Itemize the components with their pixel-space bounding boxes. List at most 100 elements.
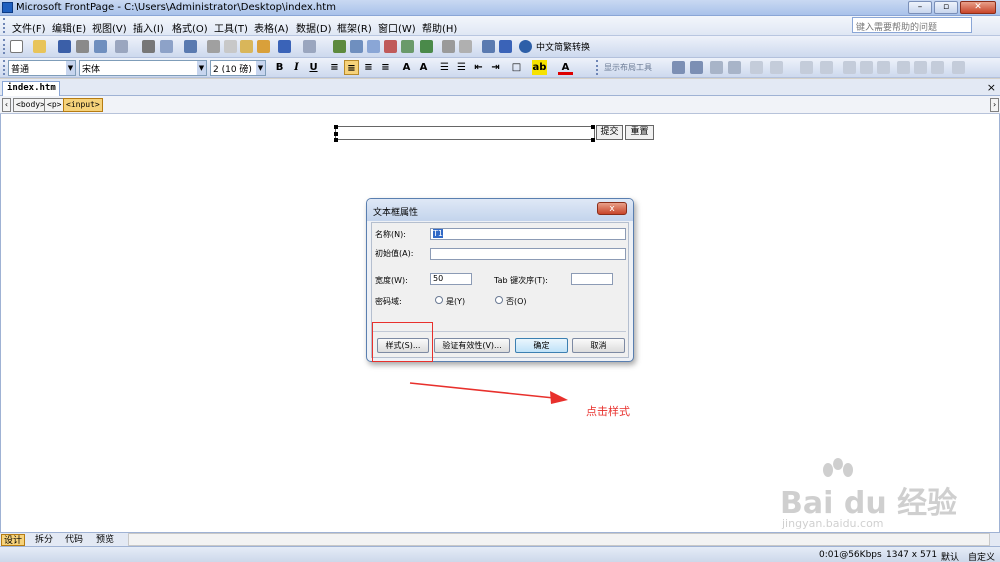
format-painter-icon[interactable] — [257, 40, 270, 53]
insert-table-icon[interactable] — [350, 40, 363, 53]
table-tool-icon-1[interactable] — [750, 61, 763, 74]
menu-frames[interactable]: 框架(R) — [337, 20, 372, 35]
table-tool-icon-3[interactable] — [800, 61, 813, 74]
table-props-icon[interactable] — [710, 61, 723, 74]
tag-scroll-left-icon[interactable]: ‹ — [2, 98, 11, 112]
resize-handle[interactable] — [334, 125, 338, 129]
mode-custom[interactable]: 自定义 — [968, 550, 995, 562]
tab-split[interactable]: 拆分 — [33, 534, 55, 546]
open-folder-icon[interactable] — [33, 40, 46, 53]
table-tool-icon-6[interactable] — [860, 61, 873, 74]
help-icon[interactable] — [519, 40, 532, 53]
help-search-input[interactable]: 键入需要帮助的问题 — [852, 17, 972, 33]
shrink-font-icon[interactable]: A — [416, 60, 431, 75]
align-center-icon[interactable]: ≡ — [344, 60, 359, 75]
maximize-button[interactable]: ▫ — [934, 1, 958, 14]
minimize-button[interactable]: – — [908, 1, 932, 14]
bold-button[interactable]: B — [272, 60, 287, 75]
reset-button[interactable]: 重置 — [625, 125, 654, 140]
mode-default[interactable]: 默认 — [941, 550, 959, 562]
draw-layout-table-icon[interactable] — [672, 61, 685, 74]
font-size-select[interactable]: 2 (10 磅) ▼ — [210, 60, 266, 76]
bullet-list-icon[interactable]: ☰ — [454, 60, 469, 75]
refresh-icon[interactable] — [442, 40, 455, 53]
menu-file[interactable]: 文件(F) — [12, 20, 46, 35]
password-no-radio[interactable] — [495, 296, 503, 304]
resize-handle[interactable] — [591, 125, 595, 129]
table-tool-icon-8[interactable] — [897, 61, 910, 74]
redo-icon[interactable] — [303, 40, 316, 53]
tab-order-input[interactable] — [571, 273, 613, 285]
tab-design[interactable]: 设计 — [1, 534, 26, 546]
width-input[interactable]: 50 — [430, 273, 472, 285]
folder-list-icon[interactable] — [115, 40, 128, 53]
tab-preview[interactable]: 预览 — [94, 534, 116, 546]
insert-picture-icon[interactable] — [384, 40, 397, 53]
menu-format[interactable]: 格式(O) — [172, 20, 208, 35]
submit-button[interactable]: 提交 — [596, 125, 623, 140]
grow-font-icon[interactable]: A — [399, 60, 414, 75]
tag-p[interactable]: <p> — [44, 98, 65, 112]
table-tool-icon-4[interactable] — [820, 61, 833, 74]
table-tool-icon-7[interactable] — [877, 61, 890, 74]
zh-convert-button[interactable]: 中文简繁转换 — [534, 39, 592, 55]
table-tool-icon-9[interactable] — [914, 61, 927, 74]
toolbar-grip[interactable] — [3, 39, 6, 54]
menu-insert[interactable]: 插入(I) — [133, 20, 164, 35]
font-color-button[interactable]: A — [558, 60, 573, 75]
menu-view[interactable]: 视图(V) — [92, 20, 127, 35]
show-layout-tool-button[interactable]: 显示布局工具 — [604, 62, 652, 73]
draw-layout-cell-icon[interactable] — [690, 61, 703, 74]
drawing-icon[interactable] — [401, 40, 414, 53]
format-toolbar-grip[interactable] — [3, 60, 6, 75]
name-input[interactable]: T1 — [430, 228, 626, 240]
search-icon[interactable] — [76, 40, 89, 53]
increase-indent-icon[interactable]: ⇥ — [488, 60, 503, 75]
tab-code[interactable]: 代码 — [63, 534, 85, 546]
web-component-icon[interactable] — [499, 40, 512, 53]
menu-window[interactable]: 窗口(W) — [378, 20, 416, 35]
highlight-icon[interactable]: ab — [532, 60, 547, 75]
fill-color-icon[interactable] — [952, 61, 965, 74]
numbered-list-icon[interactable]: ☰ — [437, 60, 452, 75]
validate-button[interactable]: 验证有效性(V)... — [434, 338, 510, 353]
table-tool-icon-5[interactable] — [843, 61, 856, 74]
style-select[interactable]: 普通 ▼ — [8, 60, 76, 76]
hyperlink-icon[interactable] — [420, 40, 433, 53]
insert-layer-icon[interactable] — [333, 40, 346, 53]
paragraph-icon[interactable] — [482, 40, 495, 53]
menu-tools[interactable]: 工具(T) — [214, 20, 248, 35]
paste-icon[interactable] — [240, 40, 253, 53]
align-right-icon[interactable]: ≡ — [361, 60, 376, 75]
menu-table[interactable]: 表格(A) — [254, 20, 289, 35]
tag-body[interactable]: <body> — [13, 98, 48, 112]
italic-button[interactable]: I — [289, 60, 304, 75]
password-yes-radio[interactable] — [435, 296, 443, 304]
dialog-title-bar[interactable]: 文本框属性 x — [367, 199, 633, 221]
cancel-button[interactable]: 取消 — [572, 338, 625, 353]
save-icon[interactable] — [58, 40, 71, 53]
resize-handle[interactable] — [591, 138, 595, 142]
tag-scroll-right-icon[interactable]: › — [990, 98, 999, 112]
new-page-icon[interactable] — [10, 40, 23, 53]
menubar-grip[interactable] — [3, 18, 6, 33]
border-icon[interactable]: □ — [509, 60, 524, 75]
spelling-icon[interactable] — [184, 40, 197, 53]
tag-input[interactable]: <input> — [63, 98, 103, 112]
resize-handle[interactable] — [334, 138, 338, 142]
cut-icon[interactable] — [207, 40, 220, 53]
justify-icon[interactable]: ≡ — [378, 60, 393, 75]
close-button[interactable]: ✕ — [960, 1, 996, 14]
font-select[interactable]: 宋体 ▼ — [79, 60, 207, 76]
menu-data[interactable]: 数据(D) — [296, 20, 332, 35]
underline-button[interactable]: U — [306, 60, 321, 75]
table-tool-icon-2[interactable] — [770, 61, 783, 74]
copy-icon[interactable] — [224, 40, 237, 53]
insert-frame-icon[interactable] — [367, 40, 380, 53]
tab-index-htm[interactable]: index.htm — [2, 81, 60, 96]
print-icon[interactable] — [142, 40, 155, 53]
menu-help[interactable]: 帮助(H) — [422, 20, 457, 35]
decrease-indent-icon[interactable]: ⇤ — [471, 60, 486, 75]
close-document-icon[interactable]: × — [987, 81, 996, 94]
dialog-close-button[interactable]: x — [597, 202, 627, 215]
